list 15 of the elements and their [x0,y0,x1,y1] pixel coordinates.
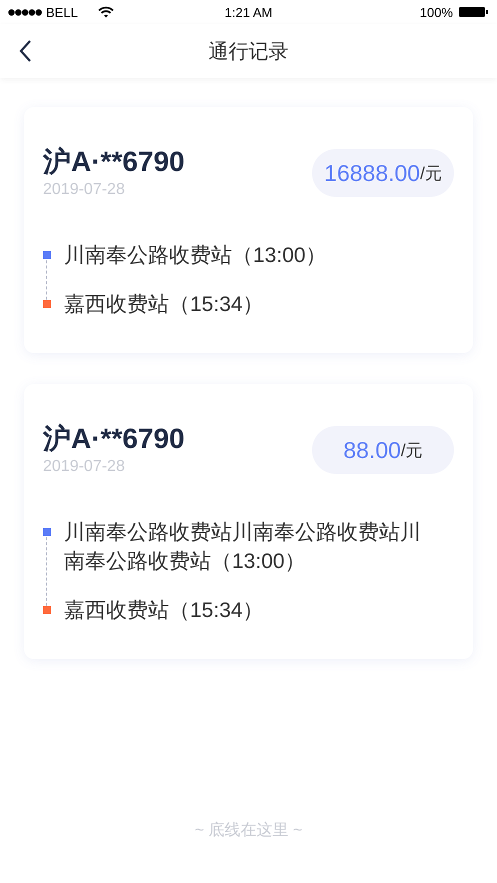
license-plate: 沪A·**6790 [43,145,185,179]
battery-icon [458,6,489,18]
license-plate: 沪A·**6790 [43,422,185,456]
wifi-icon [98,6,114,18]
toll-station: 川南奉公路收费站（13:00） [64,243,327,269]
toll-station: 嘉西收费站（15:34） [64,292,264,318]
fee-badge: 88.00/元 [312,426,454,474]
toll-station: 嘉西收费站（15:34） [64,598,264,624]
page-title: 通行记录 [208,40,288,64]
carrier-name: BELL [46,4,78,20]
battery-percent: 100% [420,4,453,20]
toll-station: 川南奉公路收费站川南奉公路收费站川南奉公路收费站（13:00） [64,520,422,575]
signal-icon [8,8,42,16]
clock-time: 1:21 AM [224,4,274,20]
fee-badge: 16888.00/元 [312,149,454,197]
